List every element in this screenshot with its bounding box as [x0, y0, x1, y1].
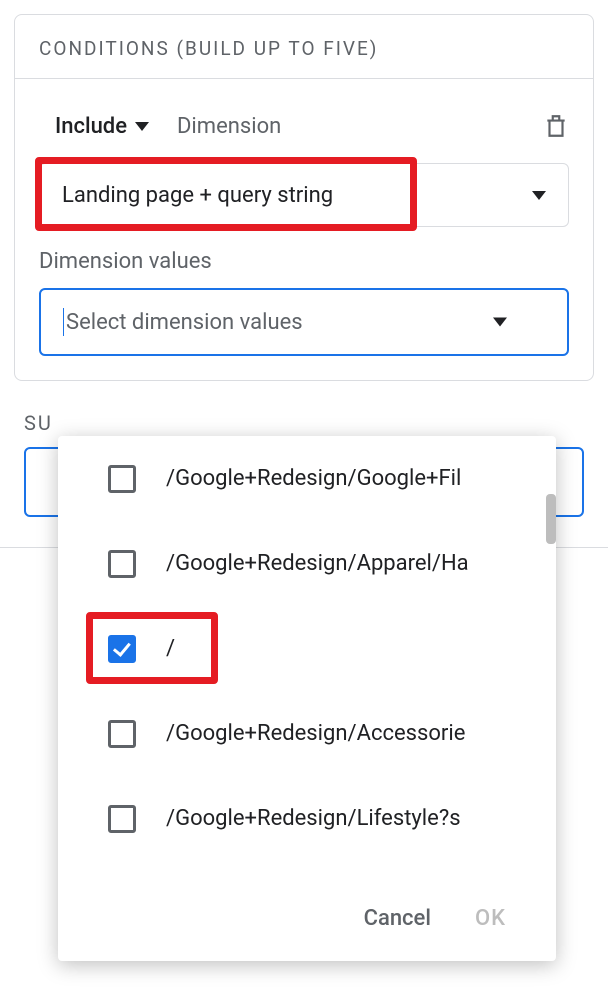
option-row[interactable]: /Google+Redesign/Apparel/Ha: [58, 521, 556, 606]
option-row[interactable]: /Google+Redesign/Accessorie: [58, 691, 556, 776]
chevron-down-icon: [532, 191, 546, 200]
scrollbar-thumb[interactable]: [546, 494, 556, 544]
option-label: /Google+Redesign/Lifestyle?s: [166, 806, 461, 831]
annotation-highlight-checked: [86, 612, 218, 684]
include-dropdown[interactable]: Include: [55, 114, 149, 139]
chevron-down-icon: [493, 318, 507, 327]
include-label: Include: [55, 114, 127, 139]
option-row[interactable]: /: [58, 606, 556, 691]
ok-button[interactable]: OK: [475, 906, 506, 931]
checkbox[interactable]: [108, 805, 136, 833]
text-cursor: [63, 308, 64, 336]
dimension-values-placeholder: Select dimension values: [66, 310, 303, 335]
option-row[interactable]: /Google+Redesign/Google+Fil: [58, 436, 556, 521]
option-label: /Google+Redesign/Google+Fil: [166, 466, 461, 491]
dimension-values-select[interactable]: Select dimension values: [39, 288, 569, 356]
option-row[interactable]: /Google+Redesign/Lifestyle?s: [58, 776, 556, 861]
dimension-label: Dimension: [177, 114, 281, 139]
option-label: /: [166, 636, 175, 661]
dimension-values-popup: /Google+Redesign/Google+Fil /Google+Rede…: [58, 436, 556, 961]
dimension-select[interactable]: Landing page + query string: [39, 163, 569, 227]
popup-footer: Cancel OK: [58, 876, 556, 961]
dimension-values-label: Dimension values: [39, 249, 569, 274]
conditions-card: CONDITIONS (BUILD UP TO FIVE) Include Di…: [14, 14, 594, 381]
dimension-selected-text: Landing page + query string: [62, 183, 333, 208]
option-label: /Google+Redesign/Accessorie: [166, 721, 465, 746]
checkmark-icon: [113, 638, 131, 657]
popup-list[interactable]: /Google+Redesign/Google+Fil /Google+Rede…: [58, 436, 556, 876]
chevron-down-icon: [135, 122, 149, 131]
header-text: CONDITIONS (BUILD UP TO FIVE): [39, 37, 378, 60]
checkbox[interactable]: [108, 720, 136, 748]
checkbox-checked[interactable]: [108, 635, 136, 663]
option-label: /Google+Redesign/Apparel/Ha: [166, 551, 469, 576]
cancel-button[interactable]: Cancel: [364, 906, 431, 931]
dimension-select-wrap: Landing page + query string: [39, 163, 569, 227]
trash-icon[interactable]: [543, 113, 569, 139]
checkbox[interactable]: [108, 465, 136, 493]
card-body: Include Dimension Landing page + query s…: [15, 79, 593, 380]
condition-row-header: Include Dimension: [39, 113, 569, 139]
summary-label: SU: [24, 411, 608, 435]
card-header: CONDITIONS (BUILD UP TO FIVE): [15, 15, 593, 79]
checkbox[interactable]: [108, 550, 136, 578]
